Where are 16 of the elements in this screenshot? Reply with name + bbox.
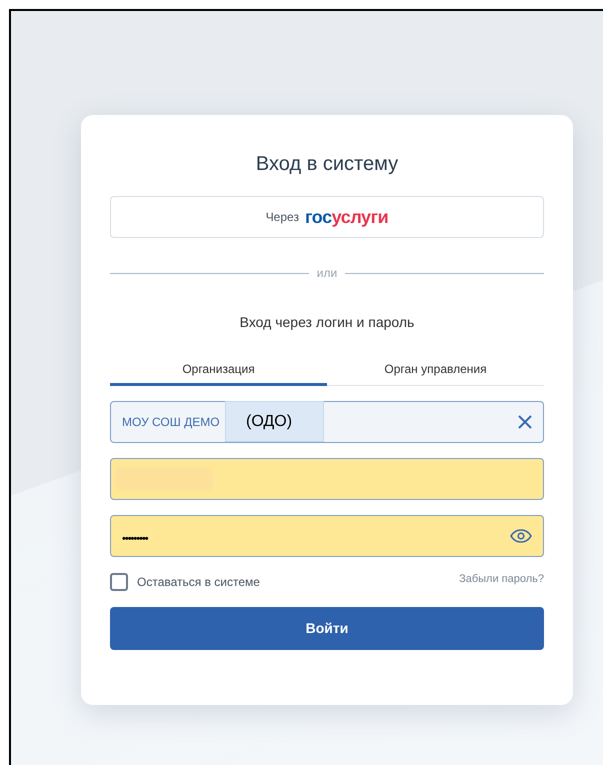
login-subtitle: Вход через логин и пароль <box>238 313 416 332</box>
forgot-password-link[interactable]: Забыли пароль? <box>459 573 544 586</box>
close-icon[interactable] <box>518 415 532 429</box>
password-field[interactable]: ••••••••• <box>110 515 544 557</box>
eye-icon[interactable] <box>510 529 532 543</box>
remember-checkbox[interactable] <box>110 573 128 591</box>
tab[interactable]: Орган управления <box>327 355 544 386</box>
login-title: Вход в систему <box>254 152 400 177</box>
remember-label: Оставаться в системе <box>137 574 260 591</box>
tab[interactable]: Организация <box>110 355 327 386</box>
login-field[interactable] <box>110 458 544 500</box>
divider-text: или <box>316 265 338 282</box>
annotation-label: (ОДО) <box>225 401 324 442</box>
login-button[interactable]: Войти <box>110 607 544 650</box>
organization-field[interactable]: МОУ СОШ ДЕМО (ОДО) <box>110 401 544 443</box>
gosuslugi-button[interactable]: Через госуслуги <box>110 196 544 238</box>
